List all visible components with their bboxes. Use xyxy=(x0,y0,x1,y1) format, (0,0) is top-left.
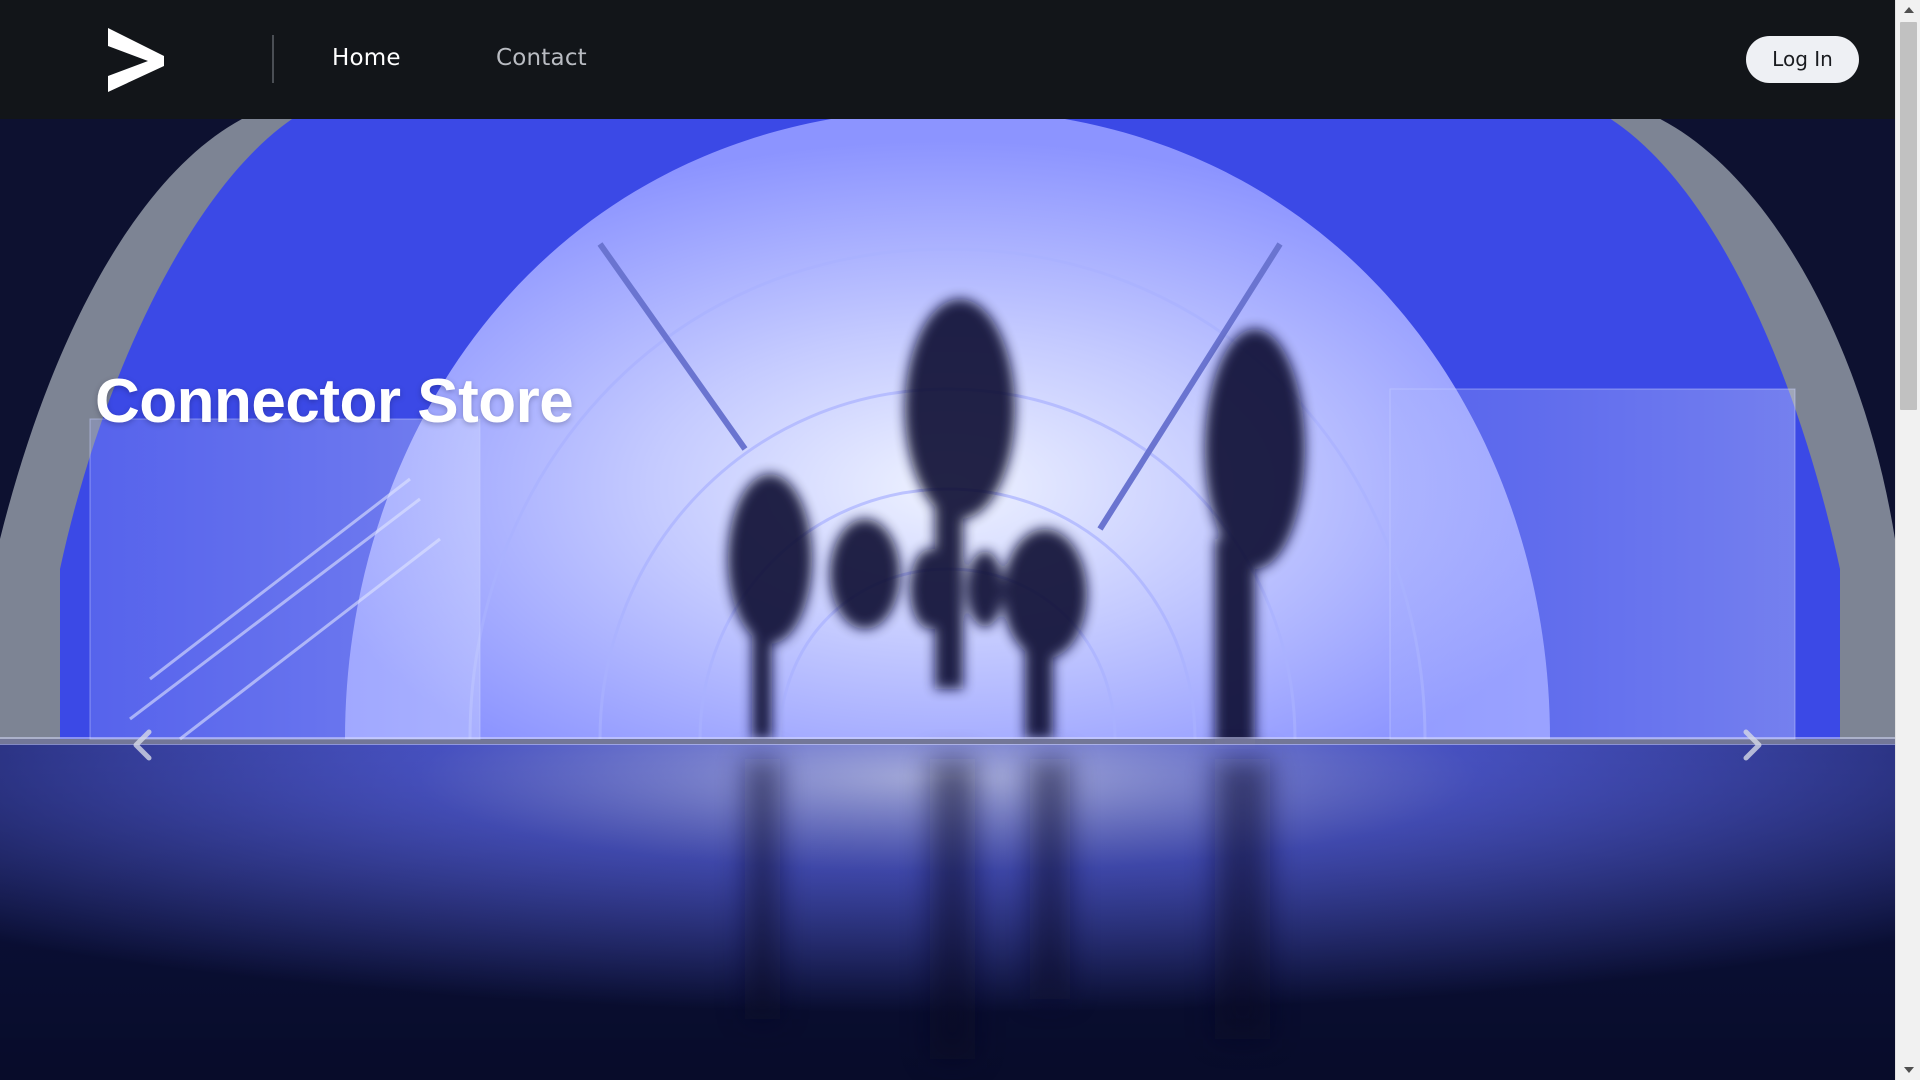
page-scrollbar[interactable] xyxy=(1895,0,1920,1080)
scroll-down-arrow-icon[interactable] xyxy=(1896,1060,1920,1080)
scroll-up-arrow-icon[interactable] xyxy=(1896,0,1920,20)
scrollbar-thumb[interactable] xyxy=(1900,22,1917,410)
login-button[interactable]: Log In xyxy=(1746,36,1859,83)
header-divider xyxy=(272,35,274,83)
hero-title: Connector Store xyxy=(95,367,574,436)
hero-carousel: Connector Store xyxy=(0,119,1895,1080)
hero-background-image xyxy=(0,119,1895,1080)
top-navigation-bar: Home Contact Log In xyxy=(0,0,1895,119)
carousel-prev-button[interactable] xyxy=(122,723,162,767)
carousel-next-button[interactable] xyxy=(1733,723,1773,767)
page-viewport: Home Contact Log In Connector Store xyxy=(0,0,1895,1080)
nav-home-link[interactable]: Home xyxy=(332,42,401,74)
nav-contact-link[interactable]: Contact xyxy=(496,42,587,74)
chevron-left-icon xyxy=(133,729,152,761)
chevron-right-icon xyxy=(1743,729,1762,761)
logo-icon[interactable] xyxy=(104,26,168,92)
